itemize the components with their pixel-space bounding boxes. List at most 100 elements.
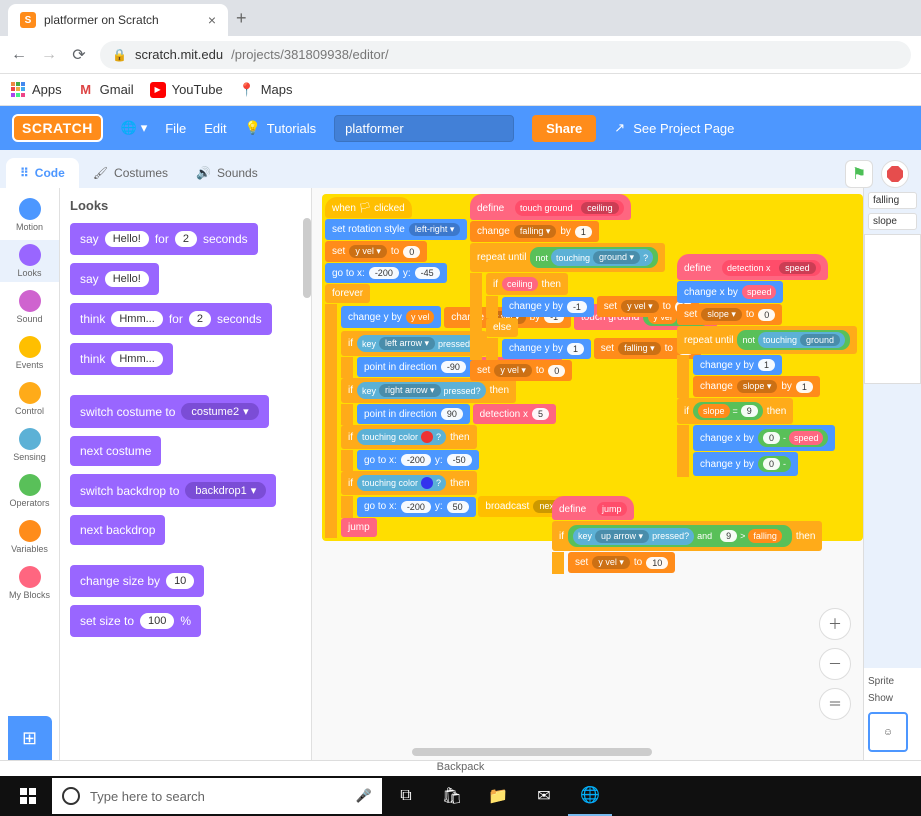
category-sound[interactable]: Sound (0, 286, 59, 328)
backpack-drawer[interactable]: Backpack (0, 760, 921, 776)
category-column: Motion Looks Sound Events Control Sensin… (0, 188, 60, 760)
scratch-header: SCRATCH 🌐 ▾ File Edit 💡Tutorials Share ↗… (0, 106, 921, 150)
palette-title: Looks (70, 198, 301, 213)
bookmark-maps[interactable]: 📍Maps (239, 82, 293, 98)
myblocks-icon (19, 566, 41, 588)
block-switch-backdrop[interactable]: switch backdrop tobackdrop1▾ (70, 474, 276, 507)
sensing-icon (19, 428, 41, 450)
tab-sounds[interactable]: 🔊Sounds (182, 158, 272, 188)
browser-tab-strip: S platformer on Scratch × + (0, 0, 921, 36)
script-workspace[interactable]: ☺ when 🏳 clicked set rotation styleleft-… (312, 188, 863, 760)
category-looks[interactable]: Looks (0, 240, 59, 282)
address-bar: ← → ⟳ 🔒 scratch.mit.edu/projects/3818099… (0, 36, 921, 74)
browser-tab[interactable]: S platformer on Scratch × (8, 4, 228, 36)
tutorials-button[interactable]: 💡Tutorials (245, 120, 317, 136)
url-input[interactable]: 🔒 scratch.mit.edu/projects/381809938/edi… (100, 41, 911, 69)
operators-icon (19, 474, 41, 496)
taskbar-mail[interactable]: ✉ (522, 776, 566, 816)
tab-code[interactable]: ⠿Code (6, 158, 79, 188)
windows-taskbar: Type here to search🎤 ⧉ 🛍 📁 ✉ 🌐 (0, 776, 921, 816)
stage-preview[interactable] (864, 234, 921, 384)
block-when-flag-clicked: when 🏳 clicked (325, 197, 412, 218)
new-tab-button[interactable]: + (236, 8, 247, 29)
taskbar-chrome[interactable]: 🌐 (568, 776, 612, 816)
apps-icon (10, 82, 26, 98)
lock-icon: 🔒 (112, 48, 127, 62)
sounds-icon: 🔊 (196, 166, 211, 180)
script-detection-x[interactable]: define detection x speed change x byspee… (677, 254, 863, 477)
mic-icon[interactable]: 🎤 (356, 788, 372, 804)
costumes-icon: 🖌 (93, 166, 108, 180)
category-events[interactable]: Events (0, 332, 59, 374)
var-monitor-falling[interactable]: falling (868, 192, 917, 209)
bookmark-apps[interactable]: Apps (10, 82, 62, 98)
category-sensing[interactable]: Sensing (0, 424, 59, 466)
zoom-in-button[interactable]: ＋ (819, 608, 851, 640)
block-say-for[interactable]: sayHello!for2seconds (70, 223, 258, 255)
taskbar-store[interactable]: 🛍 (430, 776, 474, 816)
tab-title: platformer on Scratch (44, 13, 159, 27)
code-icon: ⠿ (20, 166, 29, 180)
task-view-button[interactable]: ⧉ (384, 776, 428, 816)
taskbar-search[interactable]: Type here to search🎤 (52, 778, 382, 814)
block-next-backdrop[interactable]: next backdrop (70, 515, 165, 545)
block-next-costume[interactable]: next costume (70, 436, 161, 466)
editor-tabs: ⠿Code 🖌Costumes 🔊Sounds ⚑ (0, 150, 921, 188)
arrow-icon: ↗ (614, 120, 625, 136)
reload-icon[interactable]: ⟳ (70, 45, 88, 65)
file-menu[interactable]: File (165, 121, 186, 136)
category-variables[interactable]: Variables (0, 516, 59, 558)
sprite-tile[interactable]: ☺ (868, 712, 908, 752)
lightbulb-icon: 💡 (245, 120, 261, 136)
bookmark-youtube[interactable]: ▶YouTube (150, 82, 223, 98)
tab-costumes[interactable]: 🖌Costumes (79, 158, 182, 188)
scratch-favicon: S (20, 12, 36, 28)
category-myblocks[interactable]: My Blocks (0, 562, 59, 604)
taskbar-explorer[interactable]: 📁 (476, 776, 520, 816)
bookmark-gmail[interactable]: MGmail (78, 82, 134, 98)
block-set-size[interactable]: set size to100% (70, 605, 201, 637)
url-path: /projects/381809938/editor/ (231, 47, 389, 62)
forward-icon[interactable]: → (40, 46, 58, 64)
events-icon (19, 336, 41, 358)
workspace-scrollbar-h[interactable] (412, 748, 652, 756)
gmail-icon: M (78, 82, 94, 98)
palette-scrollbar[interactable] (303, 218, 311, 298)
category-control[interactable]: Control (0, 378, 59, 420)
zoom-out-button[interactable]: － (819, 648, 851, 680)
sound-icon (19, 290, 41, 312)
var-monitor-slope[interactable]: slope (868, 213, 917, 230)
block-switch-costume[interactable]: switch costume tocostume2▾ (70, 395, 269, 428)
script-touch-ground[interactable]: define touch ground ceiling changefallin… (470, 194, 701, 382)
control-icon (19, 382, 41, 404)
back-icon[interactable]: ← (10, 46, 28, 64)
zoom-reset-button[interactable]: ＝ (819, 688, 851, 720)
share-button[interactable]: Share (532, 115, 596, 142)
language-menu[interactable]: 🌐 ▾ (121, 120, 147, 136)
stop-icon (887, 166, 903, 182)
block-say[interactable]: sayHello! (70, 263, 159, 295)
category-motion[interactable]: Motion (0, 194, 59, 236)
scratch-logo[interactable]: SCRATCH (12, 114, 103, 142)
edit-menu[interactable]: Edit (204, 121, 226, 136)
tab-close-icon[interactable]: × (208, 12, 216, 28)
stop-button[interactable] (881, 160, 909, 188)
youtube-icon: ▶ (150, 82, 166, 98)
start-button[interactable] (6, 776, 50, 816)
green-flag-button[interactable]: ⚑ (845, 160, 873, 188)
stage-sidebar: falling slope Sprite Show ☺ (863, 188, 921, 760)
bookmarks-bar: Apps MGmail ▶YouTube 📍Maps (0, 74, 921, 106)
category-operators[interactable]: Operators (0, 470, 59, 512)
project-title-input[interactable] (334, 115, 514, 142)
cortana-icon (62, 787, 80, 805)
looks-icon (19, 244, 41, 266)
motion-icon (19, 198, 41, 220)
add-extension-button[interactable]: ⊞ (8, 716, 52, 760)
see-project-page[interactable]: ↗See Project Page (614, 120, 734, 136)
block-palette: Looks sayHello!for2seconds sayHello! thi… (60, 188, 312, 760)
block-think-for[interactable]: thinkHmm...for2seconds (70, 303, 272, 335)
maps-icon: 📍 (239, 82, 255, 98)
block-change-size[interactable]: change size by10 (70, 565, 204, 597)
script-jump[interactable]: define jump ifkeyup arrow ▾pressed?and9>… (552, 496, 822, 574)
block-think[interactable]: thinkHmm... (70, 343, 173, 375)
